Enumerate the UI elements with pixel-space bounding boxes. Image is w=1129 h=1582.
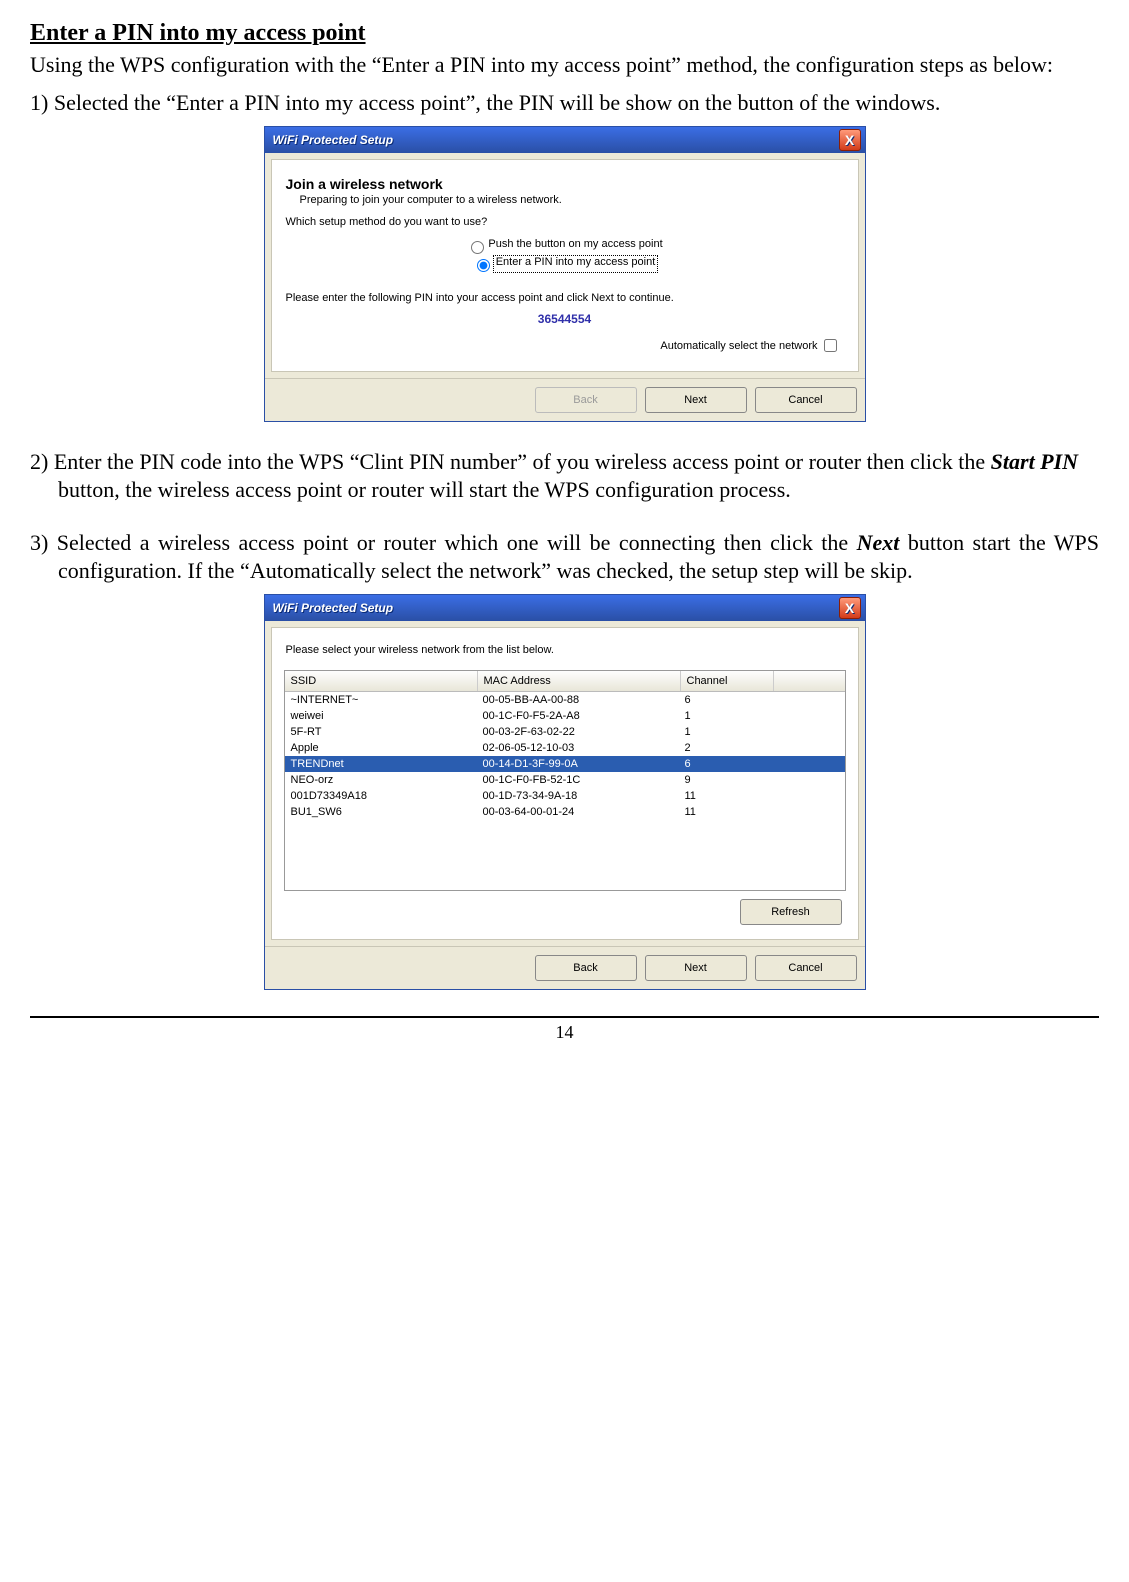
panel-subtext: Preparing to join your computer to a wir… xyxy=(300,194,846,206)
cell-ssid: 001D73349A18 xyxy=(285,788,477,804)
cell-ssid: NEO-orz xyxy=(285,772,477,788)
titlebar-2[interactable]: WiFi Protected Setup X xyxy=(265,595,865,621)
next-button-2[interactable]: Next xyxy=(645,955,747,981)
cell-mac: 00-14-D1-3F-99-0A xyxy=(477,756,679,772)
intro-text: Using the WPS configuration with the “En… xyxy=(30,51,1099,79)
table-row[interactable]: Apple02-06-05-12-10-032 xyxy=(285,740,845,756)
cell-mac: 00-1D-73-34-9A-18 xyxy=(477,788,679,804)
window-title-2: WiFi Protected Setup xyxy=(273,601,394,615)
spacer xyxy=(30,513,1099,527)
cancel-button-2[interactable]: Cancel xyxy=(755,955,857,981)
cell-ssid: TRENDnet xyxy=(285,756,477,772)
radio-enter-pin[interactable]: Enter a PIN into my access point xyxy=(284,256,846,272)
cell-ssid: 5F-RT xyxy=(285,724,477,740)
step-3-number: 3) xyxy=(30,530,57,555)
pin-value: 36544554 xyxy=(284,312,846,326)
table-row[interactable]: 5F-RT00-03-2F-63-02-221 xyxy=(285,724,845,740)
cell-ssid: weiwei xyxy=(285,708,477,724)
button-bar: Back Next Cancel xyxy=(265,378,865,421)
table-row[interactable]: TRENDnet00-14-D1-3F-99-0A6 xyxy=(285,756,845,772)
step-2-text-a: Enter the PIN code into the WPS “Clint P… xyxy=(54,449,991,474)
page-footer: 14 xyxy=(30,1016,1099,1043)
cell-mac: 00-03-64-00-01-24 xyxy=(477,804,679,820)
step-3: 3) Selected a wireless access point or r… xyxy=(30,529,1099,584)
cell-channel: 11 xyxy=(679,788,771,804)
network-list-body: ~INTERNET~00-05-BB-AA-00-886weiwei00-1C-… xyxy=(285,692,845,820)
close-icon-2: X xyxy=(845,600,854,616)
radio-push-label: Push the button on my access point xyxy=(488,238,662,254)
step-3-next: Next xyxy=(857,530,900,555)
auto-select-label: Automatically select the network xyxy=(660,340,817,352)
table-row[interactable]: 001D73349A1800-1D-73-34-9A-1811 xyxy=(285,788,845,804)
cell-mac: 00-1C-F0-F5-2A-A8 xyxy=(477,708,679,724)
step-2-text-c: button, the wireless access point or rou… xyxy=(58,477,791,502)
close-button[interactable]: X xyxy=(839,129,861,151)
pin-prompt: Please enter the following PIN into your… xyxy=(286,292,844,304)
radio-pin-input[interactable] xyxy=(477,259,490,272)
table-row[interactable]: BU1_SW600-03-64-00-01-2411 xyxy=(285,804,845,820)
cell-channel: 1 xyxy=(679,708,771,724)
cell-mac: 02-06-05-12-10-03 xyxy=(477,740,679,756)
close-icon: X xyxy=(845,132,854,148)
network-list[interactable]: SSID MAC Address Channel ~INTERNET~00-05… xyxy=(284,670,846,891)
wps-pin-dialog: WiFi Protected Setup X Join a wireless n… xyxy=(264,126,866,422)
wps-select-network-dialog: WiFi Protected Setup X Please select you… xyxy=(264,594,866,990)
panel-heading: Join a wireless network xyxy=(286,176,844,192)
cell-channel: 9 xyxy=(679,772,771,788)
step-1-text: Selected the “Enter a PIN into my access… xyxy=(54,90,941,115)
next-button[interactable]: Next xyxy=(645,387,747,413)
table-row[interactable]: NEO-orz00-1C-F0-FB-52-1C9 xyxy=(285,772,845,788)
cell-channel: 6 xyxy=(679,756,771,772)
auto-select-checkbox[interactable] xyxy=(824,339,837,352)
cell-ssid: Apple xyxy=(285,740,477,756)
cell-channel: 11 xyxy=(679,804,771,820)
cell-channel: 2 xyxy=(679,740,771,756)
cancel-button[interactable]: Cancel xyxy=(755,387,857,413)
network-list-header: SSID MAC Address Channel xyxy=(285,671,845,692)
cell-mac: 00-03-2F-63-02-22 xyxy=(477,724,679,740)
col-channel[interactable]: Channel xyxy=(681,671,774,691)
cell-channel: 1 xyxy=(679,724,771,740)
cell-ssid: ~INTERNET~ xyxy=(285,692,477,708)
col-mac[interactable]: MAC Address xyxy=(478,671,681,691)
list-padding xyxy=(285,820,845,890)
titlebar[interactable]: WiFi Protected Setup X xyxy=(265,127,865,153)
button-bar-2: Back Next Cancel xyxy=(265,946,865,989)
dialog-body: Join a wireless network Preparing to joi… xyxy=(271,159,859,372)
method-prompt: Which setup method do you want to use? xyxy=(286,216,846,228)
refresh-button[interactable]: Refresh xyxy=(740,899,842,925)
radio-pin-label: Enter a PIN into my access point xyxy=(494,256,658,272)
auto-select-row[interactable]: Automatically select the network xyxy=(284,336,840,355)
step-1: 1) Selected the “Enter a PIN into my acc… xyxy=(30,89,1099,117)
step-3-text-a: Selected a wireless access point or rout… xyxy=(57,530,857,555)
close-button-2[interactable]: X xyxy=(839,597,861,619)
cell-ssid: BU1_SW6 xyxy=(285,804,477,820)
dialog-body-2: Please select your wireless network from… xyxy=(271,627,859,940)
section-heading: Enter a PIN into my access point xyxy=(30,20,1099,47)
radio-push-input[interactable] xyxy=(471,241,484,254)
radio-push-button[interactable]: Push the button on my access point xyxy=(284,238,846,254)
page-number: 14 xyxy=(556,1022,574,1042)
select-network-prompt: Please select your wireless network from… xyxy=(286,644,846,656)
table-row[interactable]: ~INTERNET~00-05-BB-AA-00-886 xyxy=(285,692,845,708)
step-2: 2) Enter the PIN code into the WPS “Clin… xyxy=(30,448,1099,503)
cell-channel: 6 xyxy=(679,692,771,708)
step-1-number: 1) xyxy=(30,90,54,115)
cell-mac: 00-05-BB-AA-00-88 xyxy=(477,692,679,708)
back-button-2[interactable]: Back xyxy=(535,955,637,981)
step-2-start-pin: Start PIN xyxy=(991,449,1078,474)
back-button: Back xyxy=(535,387,637,413)
col-ssid[interactable]: SSID xyxy=(285,671,478,691)
cell-mac: 00-1C-F0-FB-52-1C xyxy=(477,772,679,788)
table-row[interactable]: weiwei00-1C-F0-F5-2A-A81 xyxy=(285,708,845,724)
window-title: WiFi Protected Setup xyxy=(273,133,394,147)
step-2-number: 2) xyxy=(30,449,54,474)
refresh-row: Refresh xyxy=(284,891,846,929)
